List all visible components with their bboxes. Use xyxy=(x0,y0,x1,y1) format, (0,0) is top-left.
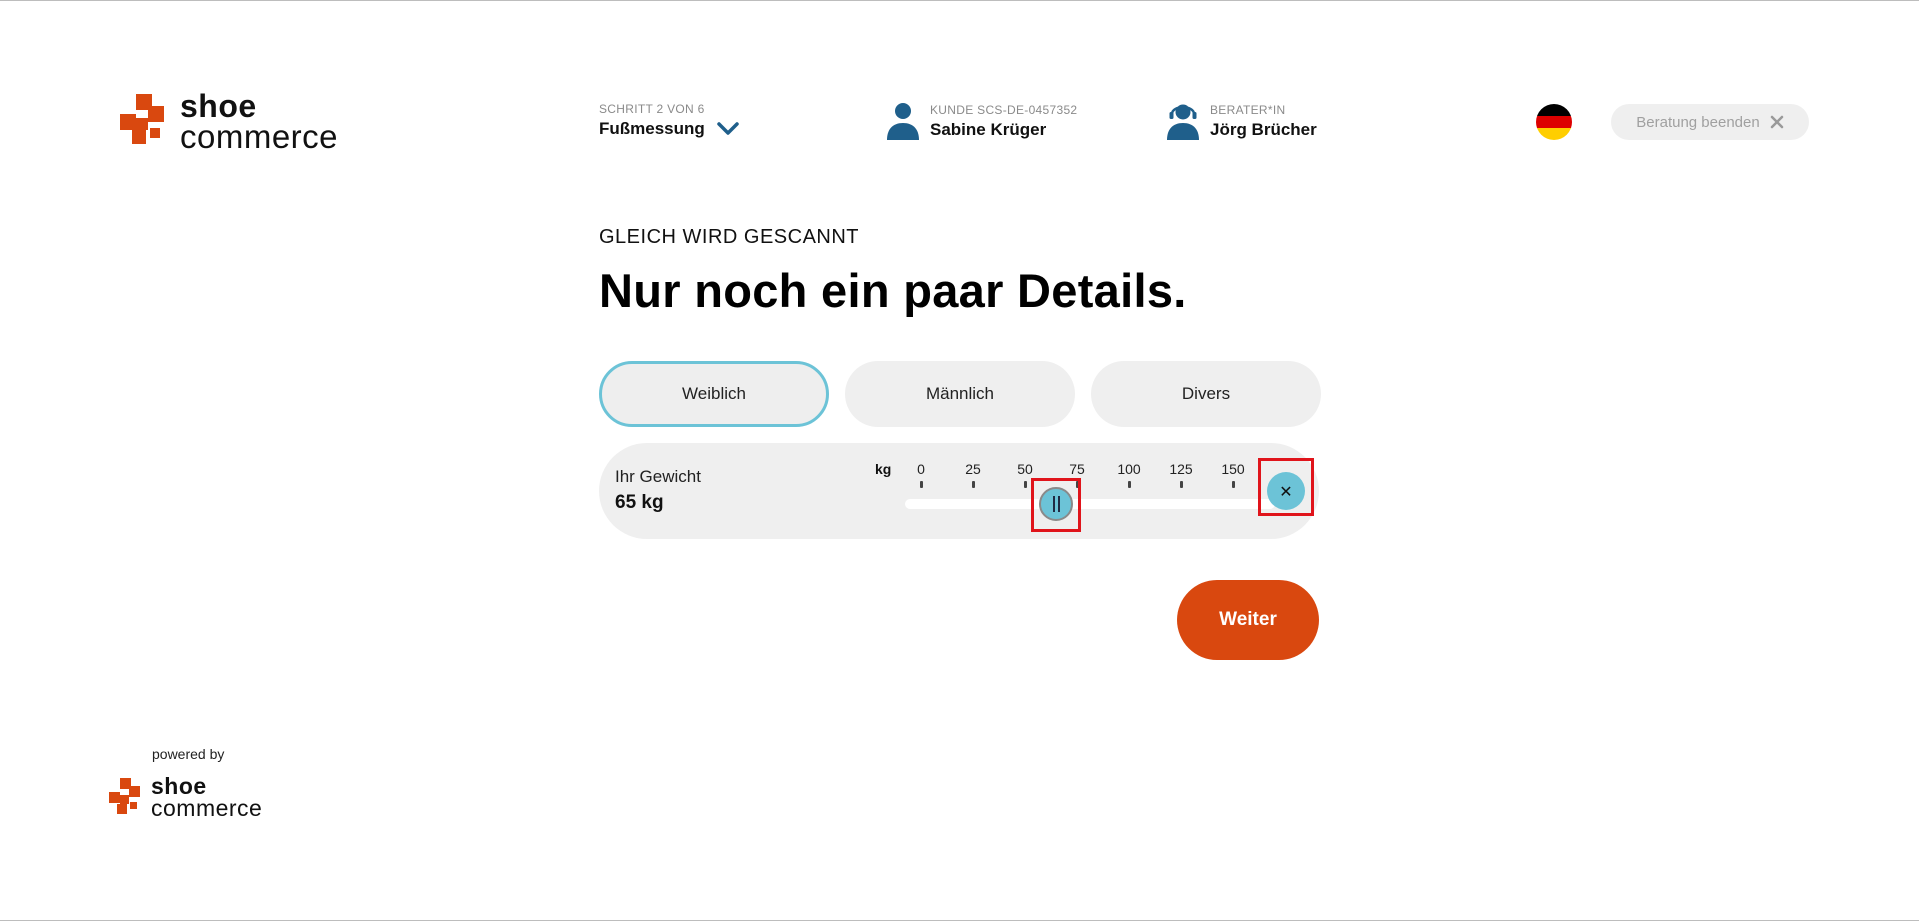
weight-tick-mark xyxy=(1127,481,1131,488)
customer-name: Sabine Krüger xyxy=(930,119,1047,139)
gender-option-divers[interactable]: Divers xyxy=(1091,361,1321,427)
weight-unit: kg xyxy=(875,461,892,477)
weight-tick-label: 125 xyxy=(1169,461,1193,477)
weight-tick-mark xyxy=(1231,481,1235,488)
headset-person-icon xyxy=(1167,104,1199,140)
weight-tick-label: 50 xyxy=(1017,461,1033,477)
weight-card: Ihr Gewicht 65 kg kg 0 25 50 75 100 125 150 ✕ xyxy=(599,443,1319,539)
weight-tick-label: 150 xyxy=(1221,461,1245,477)
person-icon xyxy=(887,103,919,140)
brand-mark-icon xyxy=(120,93,168,150)
brand-line1: shoe xyxy=(180,88,257,124)
gender-option-maennlich[interactable]: Männlich xyxy=(845,361,1075,427)
weight-tick-label: 75 xyxy=(1069,461,1085,477)
end-session-label: Beratung beenden xyxy=(1636,113,1760,131)
customer-info: KUNDE SCS-DE-0457352 Sabine Krüger xyxy=(886,102,1077,140)
weight-tick: 0 xyxy=(901,461,941,488)
footer-brand-logo: shoe commerce xyxy=(109,775,263,821)
end-session-button[interactable]: Beratung beenden xyxy=(1611,104,1809,140)
grip-line xyxy=(1057,496,1060,512)
brand-logo: shoe commerce xyxy=(120,88,339,156)
weight-tick-mark xyxy=(1075,481,1079,488)
advisor-name: Jörg Brücher xyxy=(1210,119,1317,139)
grip-line xyxy=(1052,496,1055,512)
weight-tick: 100 xyxy=(1109,461,1149,488)
page-title: Nur noch ein paar Details. xyxy=(599,264,1187,317)
eyebrow-text: GLEICH WIRD GESCANNT xyxy=(599,226,860,248)
customer-label: KUNDE SCS-DE-0457352 xyxy=(930,102,1078,117)
step-selector[interactable]: SCHRITT 2 VON 6 Fußmessung xyxy=(599,102,739,139)
chevron-down-icon xyxy=(717,122,739,135)
weight-tick: 150 xyxy=(1213,461,1253,488)
brand-mark-icon xyxy=(109,777,143,818)
weight-tick-mark xyxy=(919,481,923,488)
step-value: Fußmessung xyxy=(599,119,705,138)
weight-tick: 125 xyxy=(1161,461,1201,488)
close-icon: ✕ xyxy=(1279,481,1293,501)
weight-tick-mark xyxy=(1179,481,1183,488)
weight-tick: 25 xyxy=(953,461,993,488)
flag-stripe-red xyxy=(1536,116,1572,128)
footer-brand-line2: commerce xyxy=(151,794,263,821)
weight-tick-label: 100 xyxy=(1117,461,1141,477)
weight-tick-label: 25 xyxy=(965,461,981,477)
clear-weight-button[interactable]: ✕ xyxy=(1267,472,1305,510)
gender-selector: Weiblich Männlich Divers xyxy=(599,361,1321,427)
weight-label: Ihr Gewicht xyxy=(615,467,701,486)
weight-tick: 50 xyxy=(1005,461,1045,488)
advisor-info: BERATER*IN Jörg Brücher xyxy=(1166,102,1317,140)
flag-stripe-gold xyxy=(1536,128,1572,140)
weight-tick-mark xyxy=(971,481,975,488)
close-icon xyxy=(1770,115,1783,129)
gender-option-weiblich[interactable]: Weiblich xyxy=(599,361,829,427)
language-flag-icon[interactable] xyxy=(1536,104,1572,140)
weight-value: 65 kg xyxy=(615,492,664,513)
step-label: SCHRITT 2 VON 6 xyxy=(599,102,705,116)
weight-tick: 75 xyxy=(1057,461,1097,488)
weight-tick-mark xyxy=(1023,481,1027,488)
weight-slider-track[interactable] xyxy=(905,499,1275,509)
powered-by-label: powered by xyxy=(152,746,225,762)
next-button[interactable]: Weiter xyxy=(1177,580,1319,660)
brand-line2: commerce xyxy=(180,118,339,156)
weight-tick-label: 0 xyxy=(917,461,925,477)
advisor-label: BERATER*IN xyxy=(1210,102,1286,117)
flag-stripe-black xyxy=(1536,104,1572,116)
weight-slider-thumb[interactable] xyxy=(1039,487,1074,521)
